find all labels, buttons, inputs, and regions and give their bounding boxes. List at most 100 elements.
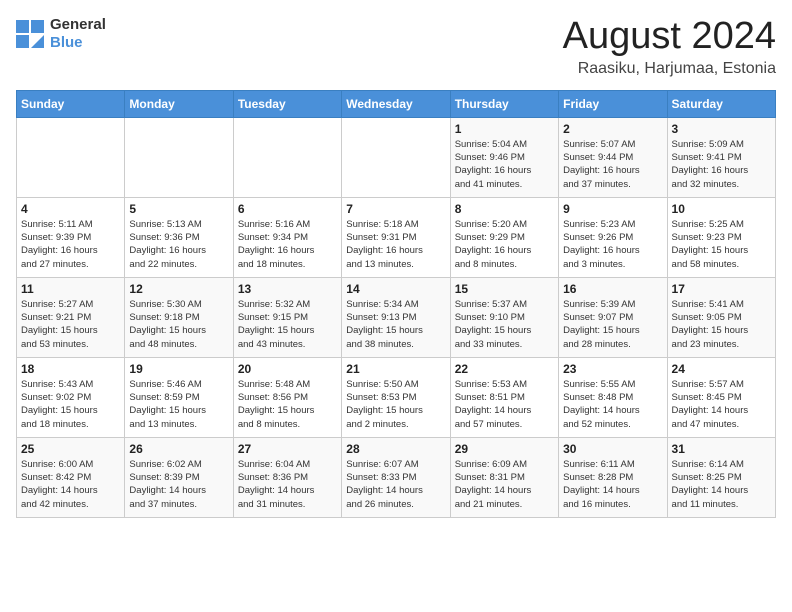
week-row-0: 1Sunrise: 5:04 AM Sunset: 9:46 PM Daylig… [17,117,776,197]
day-number: 3 [672,122,771,136]
calendar-cell: 24 Sunrise: 5:57 AM Sunset: 8:45 PM Dayli… [667,357,775,437]
calendar-cell: 29Sunrise: 6:09 AM Sunset: 8:31 PM Dayli… [450,437,558,517]
calendar-cell: 25 Sunrise: 6:00 AM Sunset: 8:42 PM Dayli… [17,437,125,517]
day-number: 19 [129,362,228,376]
day-number: 22 [455,362,554,376]
logo-text-general: General [50,16,106,33]
header-tuesday: Tuesday [233,90,341,117]
calendar-cell: 17Sunrise: 5:41 AM Sunset: 9:05 PM Dayli… [667,277,775,357]
day-number: 9 [563,202,662,216]
week-row-3: 18 Sunrise: 5:43 AM Sunset: 9:02 PM Dayli… [17,357,776,437]
calendar-cell: 20 Sunrise: 5:48 AM Sunset: 8:56 PM Dayli… [233,357,341,437]
day-info: Sunrise: 6:09 AM Sunset: 8:31 PM Dayligh… [455,458,554,511]
day-number: 25 [21,442,120,456]
day-number: 21 [346,362,445,376]
day-number: 8 [455,202,554,216]
day-info: Sunrise: 5:48 AM Sunset: 8:56 PM Dayligh… [238,378,337,431]
day-number: 6 [238,202,337,216]
day-info: Sunrise: 5:09 AM Sunset: 9:41 PM Dayligh… [672,138,771,191]
day-info: Sunrise: 5:50 AM Sunset: 8:53 PM Dayligh… [346,378,445,431]
day-info: Sunrise: 5:07 AM Sunset: 9:44 PM Dayligh… [563,138,662,191]
day-info: Sunrise: 5:32 AM Sunset: 9:15 PM Dayligh… [238,298,337,351]
day-number: 20 [238,362,337,376]
day-info: Sunrise: 5:27 AM Sunset: 9:21 PM Dayligh… [21,298,120,351]
day-number: 2 [563,122,662,136]
day-number: 4 [21,202,120,216]
calendar-cell: 12 Sunrise: 5:30 AM Sunset: 9:18 PM Dayli… [125,277,233,357]
title-area: August 2024 Raasiku, Harjumaa, Estonia [563,16,776,78]
calendar-cell: 28Sunrise: 6:07 AM Sunset: 8:33 PM Dayli… [342,437,450,517]
day-info: Sunrise: 5:37 AM Sunset: 9:10 PM Dayligh… [455,298,554,351]
day-number: 31 [672,442,771,456]
day-info: Sunrise: 5:18 AM Sunset: 9:31 PM Dayligh… [346,218,445,271]
calendar-cell: 22 Sunrise: 5:53 AM Sunset: 8:51 PM Dayli… [450,357,558,437]
week-row-4: 25 Sunrise: 6:00 AM Sunset: 8:42 PM Dayli… [17,437,776,517]
day-number: 13 [238,282,337,296]
calendar-cell: 10Sunrise: 5:25 AM Sunset: 9:23 PM Dayli… [667,197,775,277]
day-number: 11 [21,282,120,296]
day-number: 12 [129,282,228,296]
calendar-cell: 16Sunrise: 5:39 AM Sunset: 9:07 PM Dayli… [559,277,667,357]
day-number: 15 [455,282,554,296]
logo-icon [16,20,44,48]
calendar-cell: 15 Sunrise: 5:37 AM Sunset: 9:10 PM Dayli… [450,277,558,357]
day-info: Sunrise: 5:55 AM Sunset: 8:48 PM Dayligh… [563,378,662,431]
calendar-cell: 4 Sunrise: 5:11 AM Sunset: 9:39 PM Daylig… [17,197,125,277]
calendar-cell: 19 Sunrise: 5:46 AM Sunset: 8:59 PM Dayli… [125,357,233,437]
day-number: 17 [672,282,771,296]
week-row-2: 11 Sunrise: 5:27 AM Sunset: 9:21 PM Dayli… [17,277,776,357]
week-row-1: 4 Sunrise: 5:11 AM Sunset: 9:39 PM Daylig… [17,197,776,277]
calendar-cell: 11 Sunrise: 5:27 AM Sunset: 9:21 PM Dayli… [17,277,125,357]
day-number: 30 [563,442,662,456]
calendar-cell: 3 Sunrise: 5:09 AM Sunset: 9:41 PM Daylig… [667,117,775,197]
day-info: Sunrise: 5:53 AM Sunset: 8:51 PM Dayligh… [455,378,554,431]
header-sunday: Sunday [17,90,125,117]
header-saturday: Saturday [667,90,775,117]
calendar-cell [125,117,233,197]
calendar-cell: 6 Sunrise: 5:16 AM Sunset: 9:34 PM Daylig… [233,197,341,277]
calendar-cell: 26Sunrise: 6:02 AM Sunset: 8:39 PM Dayli… [125,437,233,517]
location-title: Raasiku, Harjumaa, Estonia [563,60,776,78]
month-title: August 2024 [563,16,776,58]
day-number: 24 [672,362,771,376]
day-info: Sunrise: 6:02 AM Sunset: 8:39 PM Dayligh… [129,458,228,511]
day-info: Sunrise: 5:46 AM Sunset: 8:59 PM Dayligh… [129,378,228,431]
calendar-cell: 1Sunrise: 5:04 AM Sunset: 9:46 PM Daylig… [450,117,558,197]
day-info: Sunrise: 5:57 AM Sunset: 8:45 PM Dayligh… [672,378,771,431]
calendar-cell: 9 Sunrise: 5:23 AM Sunset: 9:26 PM Daylig… [559,197,667,277]
calendar-cell: 8 Sunrise: 5:20 AM Sunset: 9:29 PM Daylig… [450,197,558,277]
calendar-cell: 21 Sunrise: 5:50 AM Sunset: 8:53 PM Dayli… [342,357,450,437]
calendar-cell: 14 Sunrise: 5:34 AM Sunset: 9:13 PM Dayli… [342,277,450,357]
day-info: Sunrise: 6:14 AM Sunset: 8:25 PM Dayligh… [672,458,771,511]
day-info: Sunrise: 6:00 AM Sunset: 8:42 PM Dayligh… [21,458,120,511]
days-header-row: SundayMondayTuesdayWednesdayThursdayFrid… [17,90,776,117]
calendar-cell: 30 Sunrise: 6:11 AM Sunset: 8:28 PM Dayli… [559,437,667,517]
logo: General Blue [16,16,106,52]
day-info: Sunrise: 5:23 AM Sunset: 9:26 PM Dayligh… [563,218,662,271]
day-info: Sunrise: 5:11 AM Sunset: 9:39 PM Dayligh… [21,218,120,271]
header-wednesday: Wednesday [342,90,450,117]
logo-text-blue: Blue [50,34,83,51]
calendar-cell [233,117,341,197]
day-info: Sunrise: 6:11 AM Sunset: 8:28 PM Dayligh… [563,458,662,511]
calendar-cell: 27 Sunrise: 6:04 AM Sunset: 8:36 PM Dayli… [233,437,341,517]
day-info: Sunrise: 5:43 AM Sunset: 9:02 PM Dayligh… [21,378,120,431]
day-number: 14 [346,282,445,296]
day-number: 16 [563,282,662,296]
calendar-cell: 2 Sunrise: 5:07 AM Sunset: 9:44 PM Daylig… [559,117,667,197]
day-info: Sunrise: 5:34 AM Sunset: 9:13 PM Dayligh… [346,298,445,351]
calendar-cell: 7Sunrise: 5:18 AM Sunset: 9:31 PM Daylig… [342,197,450,277]
calendar-cell: 18 Sunrise: 5:43 AM Sunset: 9:02 PM Dayli… [17,357,125,437]
day-number: 18 [21,362,120,376]
day-info: Sunrise: 6:04 AM Sunset: 8:36 PM Dayligh… [238,458,337,511]
day-info: Sunrise: 5:16 AM Sunset: 9:34 PM Dayligh… [238,218,337,271]
day-info: Sunrise: 6:07 AM Sunset: 8:33 PM Dayligh… [346,458,445,511]
day-info: Sunrise: 5:30 AM Sunset: 9:18 PM Dayligh… [129,298,228,351]
header-monday: Monday [125,90,233,117]
day-number: 27 [238,442,337,456]
calendar-cell: 13 Sunrise: 5:32 AM Sunset: 9:15 PM Dayli… [233,277,341,357]
header-friday: Friday [559,90,667,117]
day-info: Sunrise: 5:20 AM Sunset: 9:29 PM Dayligh… [455,218,554,271]
day-info: Sunrise: 5:25 AM Sunset: 9:23 PM Dayligh… [672,218,771,271]
day-number: 5 [129,202,228,216]
